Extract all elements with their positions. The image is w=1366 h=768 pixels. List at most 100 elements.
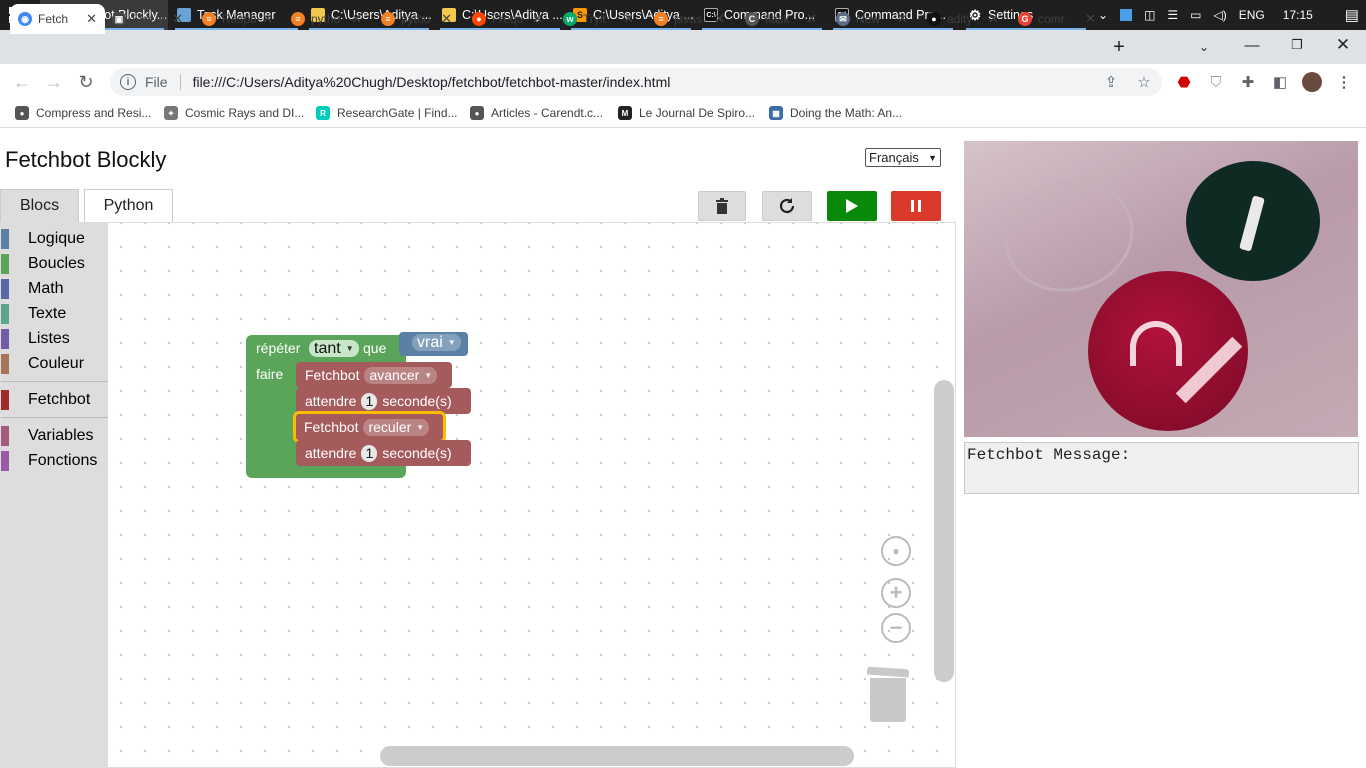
- wait-block[interactable]: attendre 1 seconde(s): [296, 388, 471, 414]
- profile-avatar[interactable]: [1302, 72, 1322, 92]
- notifications-icon[interactable]: ▤: [1345, 6, 1359, 24]
- toolbox-category-boucles[interactable]: Boucles: [1, 253, 85, 275]
- browser-tab[interactable]: ≡ pytho ✕: [283, 4, 370, 34]
- wait-block[interactable]: attendre 1 seconde(s): [296, 440, 471, 466]
- browser-tab[interactable]: ≡ pytho ✕: [373, 4, 460, 34]
- close-tab-icon[interactable]: ✕: [441, 11, 452, 27]
- repeat-mode-dropdown[interactable]: tant ▼: [309, 340, 359, 357]
- wait-seconds-input[interactable]: 1: [361, 392, 378, 410]
- adblock-extension-icon[interactable]: ⬣: [1174, 72, 1194, 92]
- close-tab-icon[interactable]: ✕: [988, 11, 999, 27]
- language-select[interactable]: Français ▼: [865, 148, 941, 167]
- network-icon[interactable]: ◫: [1144, 8, 1155, 22]
- horizontal-scrollbar[interactable]: [380, 746, 854, 766]
- site-info-icon[interactable]: i: [120, 74, 136, 90]
- browser-tab[interactable]: Gcomr ✕: [1010, 4, 1104, 34]
- action-dropdown[interactable]: avancer ▼: [364, 366, 438, 384]
- close-tab-icon[interactable]: ✕: [86, 11, 97, 27]
- tab-blocs[interactable]: Blocs: [0, 189, 79, 222]
- browser-tab[interactable]: ✉ New ✕: [828, 4, 916, 34]
- url-text[interactable]: file:///C:/Users/Aditya%20Chugh/Desktop/…: [193, 74, 671, 90]
- new-tab-icon[interactable]: +: [1096, 32, 1142, 62]
- minimize-button[interactable]: —: [1229, 30, 1275, 60]
- browser-tab[interactable]: ▣ Five W ✕: [104, 4, 191, 34]
- close-tab-icon[interactable]: ✕: [623, 11, 634, 27]
- bookmark-item[interactable]: M Le Journal De Spiro...: [618, 106, 755, 120]
- trashcan-icon[interactable]: [870, 678, 906, 722]
- close-tab-icon[interactable]: ✕: [351, 11, 362, 27]
- browser-tab[interactable]: ● Frequ ✕: [464, 4, 551, 34]
- app-tray-icon[interactable]: [1120, 9, 1133, 21]
- trash-button[interactable]: [698, 191, 746, 221]
- shield-extension-icon[interactable]: ⛉: [1206, 72, 1226, 92]
- browser-tab[interactable]: ≡ Raspb ✕: [194, 4, 281, 34]
- toolbox-category-logique[interactable]: Logique: [1, 228, 85, 250]
- tab-label: pytho: [401, 12, 431, 26]
- bookmark-item[interactable]: ✦ Cosmic Rays and DI...: [164, 106, 304, 120]
- close-tab-icon[interactable]: ✕: [262, 11, 273, 27]
- toolbox-category-fonctions[interactable]: Fonctions: [1, 450, 97, 472]
- stop-button[interactable]: [891, 191, 941, 221]
- fetchbot-move-block[interactable]: Fetchbot avancer ▼: [296, 362, 452, 388]
- browser-tab[interactable]: Cflask ✕: [737, 4, 825, 34]
- condition-dropdown[interactable]: vrai ▼: [412, 334, 461, 351]
- reset-button[interactable]: [762, 191, 812, 221]
- category-color-swatch: [1, 279, 9, 299]
- tab-search-icon[interactable]: ⌄: [1181, 32, 1227, 62]
- bookmark-favicon-icon: R: [316, 106, 330, 120]
- forward-icon[interactable]: →: [42, 70, 66, 94]
- fetchbot-message-box[interactable]: Fetchbot Message:: [964, 442, 1359, 494]
- action-dropdown[interactable]: reculer ▼: [363, 418, 430, 436]
- bookmark-item[interactable]: ▦ Doing the Math: An...: [769, 106, 902, 120]
- volume-icon[interactable]: ◁): [1214, 8, 1227, 22]
- tab-label: Fetch: [38, 12, 69, 26]
- vertical-scrollbar[interactable]: [934, 380, 954, 682]
- browser-tab[interactable]: ● adity ✕: [919, 4, 1007, 34]
- browser-tab[interactable]: ◉ Fetch ✕: [10, 4, 105, 34]
- close-tab-icon[interactable]: ✕: [806, 11, 817, 27]
- close-tab-icon[interactable]: ✕: [1085, 11, 1096, 27]
- fetchbot-label: Fetchbot: [305, 367, 360, 383]
- address-bar[interactable]: i File file:///C:/Users/Aditya%20Chugh/D…: [110, 68, 1162, 96]
- restore-button[interactable]: ❐: [1274, 30, 1320, 60]
- battery-icon[interactable]: ▭: [1190, 8, 1201, 22]
- close-tab-icon[interactable]: ✕: [172, 11, 183, 27]
- category-label: Couleur: [28, 355, 85, 372]
- browser-tab[interactable]: w Tryit ✕: [555, 4, 642, 34]
- zoom-in-icon[interactable]: +: [881, 578, 911, 608]
- zoom-out-icon[interactable]: −: [881, 613, 911, 643]
- toolbox-category-math[interactable]: Math: [1, 278, 64, 300]
- wait-seconds-input[interactable]: 1: [361, 444, 378, 462]
- tab-python[interactable]: Python: [84, 189, 173, 222]
- close-tab-icon[interactable]: ✕: [532, 11, 543, 27]
- toolbox-category-fetchbot[interactable]: Fetchbot: [1, 389, 90, 411]
- toolbox-category-couleur[interactable]: Couleur: [1, 353, 84, 375]
- language-indicator[interactable]: ENG: [1239, 8, 1265, 22]
- toolbox-category-listes[interactable]: Listes: [1, 328, 70, 350]
- run-button[interactable]: [827, 191, 877, 221]
- wifi-icon[interactable]: ☰: [1167, 8, 1178, 22]
- close-tab-icon[interactable]: ✕: [714, 11, 725, 27]
- bookmark-favicon-icon: ●: [470, 106, 484, 120]
- clock[interactable]: 17:15: [1283, 8, 1313, 22]
- reload-icon[interactable]: ↻: [74, 70, 98, 94]
- browser-tab[interactable]: ≡ javas ✕: [646, 4, 733, 34]
- recenter-icon[interactable]: ●: [881, 536, 911, 566]
- blockly-workspace[interactable]: Logique Boucles Math Texte Listes Couleur Fetc…: [0, 222, 956, 768]
- toolbox-category-variables[interactable]: Variables: [1, 425, 94, 447]
- toolbox-category-texte[interactable]: Texte: [1, 303, 66, 325]
- bookmark-item[interactable]: ● Compress and Resi...: [15, 106, 151, 120]
- category-label: Fetchbot: [28, 391, 91, 408]
- close-window-button[interactable]: ✕: [1320, 30, 1366, 60]
- bookmark-star-icon[interactable]: ☆: [1134, 72, 1154, 92]
- side-panel-icon[interactable]: ◧: [1270, 72, 1290, 92]
- tab-favicon-icon: ◉: [18, 12, 32, 26]
- bookmark-item[interactable]: ● Articles - Carendt.c...: [470, 106, 603, 120]
- bookmark-item[interactable]: R ResearchGate | Find...: [316, 106, 458, 120]
- close-tab-icon[interactable]: ✕: [897, 11, 908, 27]
- more-menu-icon[interactable]: ⋮: [1334, 72, 1354, 92]
- share-icon[interactable]: ⇪: [1101, 72, 1121, 92]
- extensions-puzzle-icon[interactable]: ✚: [1238, 72, 1258, 92]
- fetchbot-move-block-selected[interactable]: Fetchbot reculer ▼: [293, 411, 446, 443]
- back-icon[interactable]: ←: [10, 70, 34, 94]
